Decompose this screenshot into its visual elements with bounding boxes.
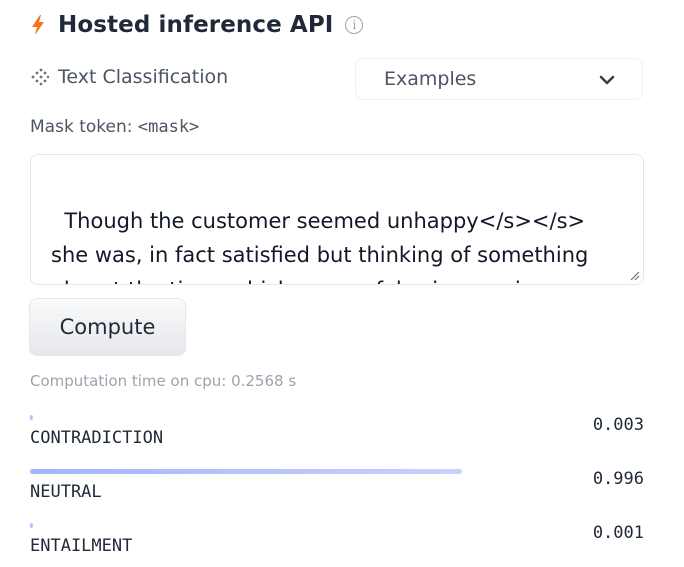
chevron-down-icon (599, 75, 615, 85)
widget-header: Hosted inference API i (30, 8, 364, 42)
result-score: 0.996 (592, 469, 644, 489)
result-label: CONTRADICTION (30, 428, 164, 448)
examples-selected: Examples (384, 68, 477, 90)
score-bar (30, 415, 33, 420)
task-label: Text Classification (58, 66, 229, 88)
result-score: 0.003 (592, 415, 644, 435)
computation-time: Computation time on cpu: 0.2568 s (30, 372, 297, 390)
input-textarea[interactable]: Though the customer seemed unhappy</s></… (30, 154, 644, 285)
mask-token-caption: Mask token: (30, 117, 133, 137)
examples-dropdown[interactable]: Examples (355, 58, 643, 100)
text-classification-icon (31, 68, 50, 86)
result-label: NEUTRAL (30, 482, 102, 502)
lightning-bolt-icon (32, 15, 44, 35)
compute-button[interactable]: Compute (29, 298, 186, 356)
result-label: ENTAILMENT (30, 536, 133, 556)
result-row-contradiction: CONTRADICTION 0.003 (30, 415, 644, 455)
mask-token-value: <mask> (137, 117, 200, 137)
score-bar-track (30, 415, 464, 420)
widget-title: Hosted inference API (58, 12, 334, 38)
result-row-entailment: ENTAILMENT 0.001 (30, 523, 644, 563)
info-icon[interactable]: i (345, 16, 364, 34)
score-bar (30, 469, 463, 474)
input-text: Though the customer seemed unhappy</s></… (51, 208, 589, 285)
result-score: 0.001 (592, 523, 644, 543)
mask-token-label: Mask token: <mask> (30, 117, 199, 137)
score-bar (30, 523, 33, 528)
result-row-neutral: NEUTRAL 0.996 (30, 469, 644, 509)
score-bar-track (30, 469, 464, 474)
resize-handle-icon[interactable] (628, 269, 640, 281)
score-bar-track (30, 523, 464, 528)
task-type: Text Classification (30, 66, 228, 88)
